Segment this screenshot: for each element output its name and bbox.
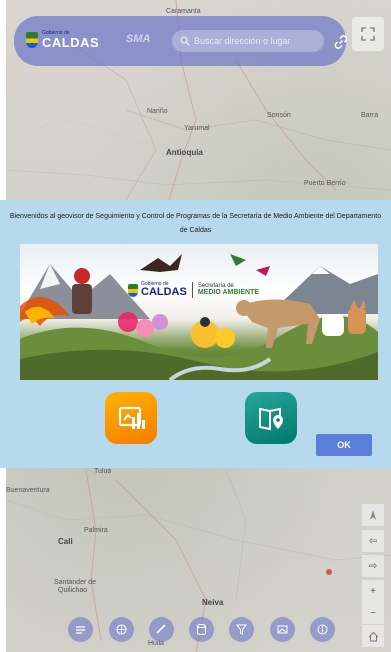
storymap-app-button[interactable] [245, 392, 297, 444]
map-label-santander: Santander de [54, 579, 97, 586]
measure-tool-button[interactable] [149, 617, 174, 642]
image-icon [277, 625, 288, 634]
minus-icon: − [370, 607, 376, 619]
banner-medio-ambiente: MEDIO AMBIENTE [197, 289, 260, 297]
logo-title: CALDAS [42, 35, 100, 50]
dashboard-app-button[interactable] [105, 392, 157, 444]
banner-illustration [20, 254, 378, 380]
header-bar: Gobierno de CALDAS SMA Buscar dirección … [14, 16, 349, 66]
map-label-antioquia: Antioquia [166, 148, 203, 157]
zoom-out-button[interactable]: − [362, 602, 384, 624]
map-label-quilichao: Quilichao [58, 587, 88, 594]
ok-button[interactable]: OK [316, 434, 372, 456]
plus-icon: + [370, 585, 376, 597]
arrow-right-icon: ⇨ [368, 560, 378, 572]
home-button[interactable] [362, 625, 384, 647]
share-link-icon[interactable] [333, 34, 349, 50]
info-tool-button[interactable] [310, 617, 335, 642]
arrow-left-icon: ⇦ [368, 535, 378, 547]
table-tool-button[interactable] [189, 617, 214, 642]
banner-shield-icon [128, 283, 138, 297]
map-label-palmira: Palmira [84, 527, 108, 534]
basemap-tool-button[interactable] [109, 617, 134, 642]
filter-tool-button[interactable] [229, 617, 254, 642]
layers-tool-button[interactable] [68, 617, 93, 642]
map-label-buenaventura: Buenaventura [6, 487, 50, 494]
database-icon [197, 624, 206, 635]
pan-left-button[interactable]: ⇦ [362, 530, 384, 552]
map-label-tulua: Tuluá [94, 468, 112, 475]
expand-icon [361, 27, 375, 41]
map-label-caramanta: Caramanta [166, 8, 201, 15]
layers-icon [76, 626, 85, 634]
map-label-narino: Nariño [147, 108, 168, 115]
caldas-shield-icon [26, 32, 38, 48]
map-label-barra: Barra [361, 112, 379, 119]
filter-icon [235, 624, 248, 635]
map-label-yarumal: Yarumal [184, 125, 210, 132]
search-input[interactable]: Buscar dirección o lugar [172, 30, 324, 52]
zoom-in-button[interactable]: + [362, 580, 384, 602]
compass-button[interactable] [362, 504, 384, 526]
compass-icon [370, 510, 376, 520]
gobierno-caldas-logo[interactable]: Gobierno de CALDAS [26, 28, 112, 52]
map-label-puerto-berrio: Puerto Berrío [304, 180, 346, 187]
home-icon [368, 631, 378, 641]
modal-title: Bienvenidos al geovisor de Seguimiento y… [9, 213, 382, 234]
storymap-icon [259, 407, 283, 431]
app-short-name: SMA [126, 33, 151, 45]
pan-right-button[interactable]: ⇨ [362, 555, 384, 577]
search-placeholder: Buscar dirección o lugar [194, 36, 291, 46]
map-label-cali: Cali [58, 537, 73, 546]
dashboard-icon [118, 406, 145, 429]
search-icon [180, 36, 190, 46]
print-tool-button[interactable] [270, 617, 295, 642]
fullscreen-button[interactable] [352, 17, 384, 51]
globe-icon [116, 624, 127, 635]
banner-logo-title: CALDAS [141, 286, 187, 298]
ruler-icon [156, 624, 166, 634]
map-label-neiva: Neiva [202, 598, 224, 607]
map-label-sonson: Sonsón [267, 112, 291, 119]
info-icon [317, 624, 328, 635]
banner-image: Gobierno de CALDAS Secretaría de MEDIO A… [20, 244, 378, 380]
banner-secretaria: Secretaría de [197, 282, 234, 289]
banner-logo: Gobierno de CALDAS Secretaría de MEDIO A… [128, 282, 259, 298]
welcome-modal: Bienvenidos al geovisor de Seguimiento y… [0, 200, 391, 468]
